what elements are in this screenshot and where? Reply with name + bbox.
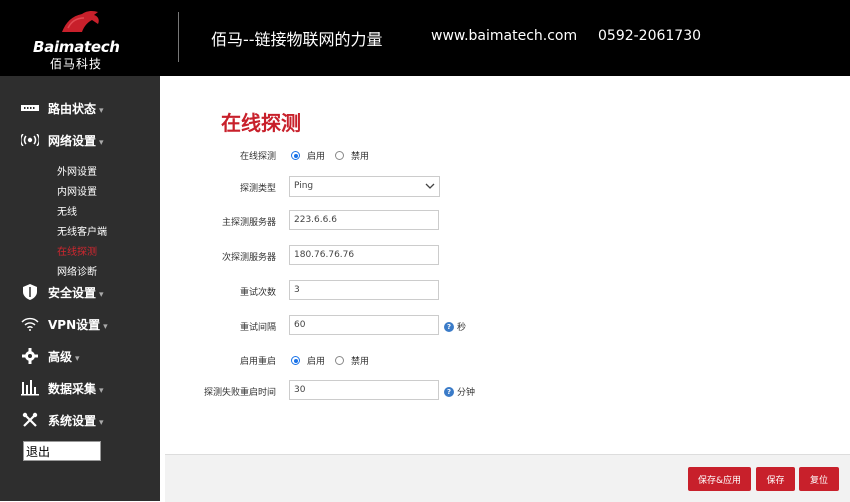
reboot-enable-off-radio[interactable] [335, 356, 345, 365]
radio-label: 启用 [307, 357, 326, 367]
baimatech-logo: Baimatech 佰马科技 [28, 8, 120, 71]
retries-input[interactable] [289, 280, 439, 300]
tools-icon [20, 411, 40, 429]
wifi-signal-icon [20, 315, 40, 333]
chevron-down-icon: ▾ [75, 353, 80, 364]
probe-enable-off-radio[interactable] [335, 151, 345, 160]
chevron-down-icon: ▾ [99, 105, 104, 116]
sub-item-wireless-client[interactable]: 无线客户端 [57, 223, 107, 238]
sidebar-item-label: 网络设置 [48, 133, 97, 148]
sidebar-item-security[interactable]: 安全设置 ▾ [0, 281, 160, 303]
sidebar-item-label: 路由状态 [48, 101, 97, 116]
reboot-time-input[interactable] [289, 380, 439, 400]
radio-label: 禁用 [351, 357, 370, 367]
sub-item-network-diagnosis[interactable]: 网络诊断 [57, 263, 97, 278]
router-icon [20, 99, 40, 117]
secondary-server-input[interactable] [289, 245, 439, 265]
unit-label: 分钟 [457, 388, 476, 398]
sidebar: 路由状态 ▾ 网络设置 ▾ 外网设置 内网设置 无线 无线客户端 在线探测 网络诊断… [0, 76, 160, 501]
reboot-time-label: 探测失败重启时间 [203, 388, 276, 398]
chevron-down-icon: ▾ [99, 417, 104, 428]
page-title: 在线探测 [221, 111, 301, 135]
unit-label: 秒 [457, 323, 467, 333]
chevron-down-icon: ▾ [99, 385, 104, 396]
retry-interval-label: 重试间隔 [239, 323, 276, 333]
probe-type-label: 探测类型 [239, 184, 276, 194]
retries-label: 重试次数 [239, 288, 276, 298]
probe-enable-label: 在线探测 [239, 152, 276, 162]
secondary-server-label: 次探测服务器 [221, 253, 276, 263]
shield-icon [20, 283, 40, 301]
sub-item-wireless[interactable]: 无线 [57, 203, 77, 218]
header-slogan: 佰马--链接物联网的力量 [211, 30, 383, 49]
sidebar-item-label: 高级 [48, 349, 73, 364]
horse-logo-icon [62, 10, 99, 32]
chevron-down-icon: ▾ [99, 289, 104, 300]
brand-name: Baimatech [33, 38, 120, 56]
probe-type-value: Ping [294, 181, 314, 191]
header-divider [178, 12, 179, 62]
logout-button[interactable]: 退出 [23, 441, 101, 461]
top-header: Baimatech 佰马科技 佰马--链接物联网的力量 www.baimatec… [0, 0, 850, 76]
chevron-down-icon: ▾ [103, 321, 108, 332]
reboot-enable-radio-group: 启用 禁用 [291, 354, 379, 367]
help-icon[interactable]: ? [444, 321, 454, 332]
reboot-enable-label: 启用重启 [239, 357, 276, 367]
help-icon[interactable]: ? [444, 386, 454, 397]
sidebar-item-label: VPN设置 [48, 317, 101, 332]
probe-type-select[interactable]: Ping [289, 176, 440, 197]
gear-icon [20, 347, 40, 365]
main-content: 在线探测 在线探测 启用 禁用 探测类型 Ping 主探测服务器 次探测服务器 … [160, 76, 850, 501]
header-phone: 0592-2061730 [598, 28, 702, 44]
chevron-down-icon [425, 177, 435, 203]
brand-name-cn: 佰马科技 [50, 57, 103, 71]
sidebar-item-vpn[interactable]: VPN设置 ▾ [0, 313, 160, 335]
reset-button[interactable]: 复位 [799, 467, 839, 491]
save-button[interactable]: 保存 [756, 467, 795, 491]
data-collection-icon [20, 379, 40, 397]
sidebar-item-router-status[interactable]: 路由状态 ▾ [0, 97, 160, 119]
action-bar: 保存&应用 保存 复位 [165, 454, 850, 502]
save-apply-button[interactable]: 保存&应用 [688, 467, 751, 491]
retry-interval-unit: ? 秒 [444, 320, 466, 333]
radio-label: 禁用 [351, 152, 370, 162]
retry-interval-input[interactable] [289, 315, 439, 335]
sub-item-online-probe[interactable]: 在线探测 [57, 243, 97, 258]
sidebar-item-network-settings[interactable]: 网络设置 ▾ [0, 129, 160, 151]
sidebar-item-advanced[interactable]: 高级 ▾ [0, 345, 160, 367]
primary-server-input[interactable] [289, 210, 439, 230]
probe-enable-radio-group: 启用 禁用 [291, 149, 379, 162]
reboot-enable-on-radio[interactable] [291, 356, 300, 365]
chevron-down-icon: ▾ [99, 137, 104, 148]
primary-server-label: 主探测服务器 [221, 218, 276, 228]
radio-label: 启用 [307, 152, 326, 162]
sidebar-item-data-collection[interactable]: 数据采集 ▾ [0, 377, 160, 399]
sidebar-item-label: 数据采集 [48, 381, 97, 396]
sidebar-item-label: 系统设置 [48, 413, 97, 428]
sidebar-item-label: 安全设置 [48, 285, 97, 300]
probe-enable-on-radio[interactable] [291, 151, 300, 160]
sub-item-lan[interactable]: 内网设置 [57, 183, 97, 198]
reboot-time-unit: ? 分钟 [444, 385, 475, 398]
sidebar-item-system-settings[interactable]: 系统设置 ▾ [0, 409, 160, 431]
network-icon [20, 131, 40, 149]
sub-item-wan[interactable]: 外网设置 [57, 163, 97, 178]
header-url: www.baimatech.com [431, 28, 578, 44]
